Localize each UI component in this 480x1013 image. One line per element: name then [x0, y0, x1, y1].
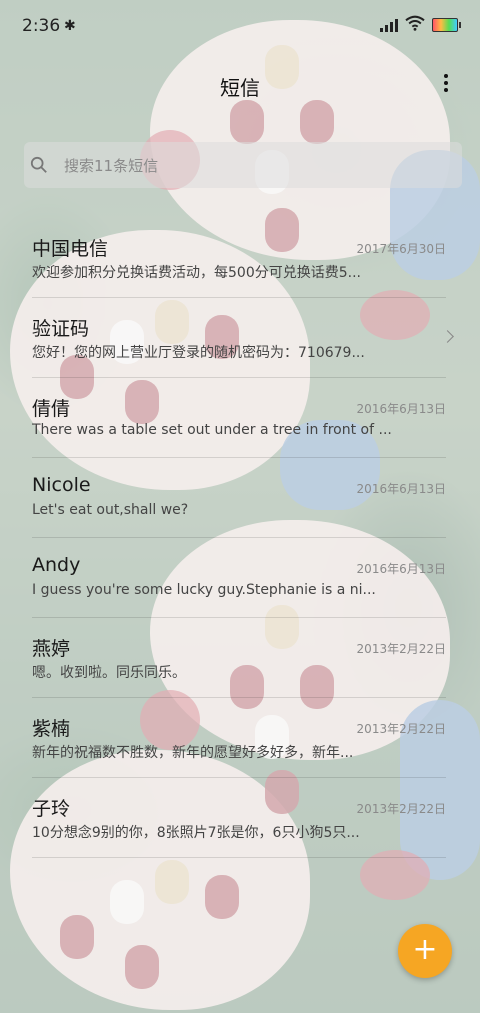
message-preview: There was a table set out under a tree i… — [32, 422, 392, 438]
message-thread-1[interactable]: 验证码 您好！您的网上营业厅登录的随机密码为：710679... — [32, 298, 454, 378]
message-thread-0[interactable]: 中国电信 2017年6月30日 欢迎参加积分兑换话费活动，每500分可兑换话费5… — [32, 218, 446, 298]
status-bar: 2:36 ✱ — [0, 0, 480, 54]
plus-icon: + — [412, 932, 438, 967]
contact-name: 子玲 — [32, 798, 71, 820]
message-date: 2017年6月30日 — [356, 242, 446, 256]
message-date: 2013年2月22日 — [356, 802, 446, 816]
message-preview: 欢迎参加积分兑换话费活动，每500分可兑换话费5... — [32, 265, 361, 281]
title-bar: 短信 — [0, 60, 480, 110]
message-date: 2016年6月13日 — [356, 562, 446, 576]
bluetooth-icon: ✱ — [64, 18, 76, 34]
search-bar[interactable] — [24, 142, 462, 188]
message-preview: I guess you're some lucky guy.Stephanie … — [32, 582, 376, 598]
status-time: 2:36 — [22, 16, 61, 36]
message-date: 2013年2月22日 — [356, 722, 446, 736]
message-preview: 嗯。收到啦。同乐同乐。 — [32, 665, 186, 681]
message-date: 2016年6月13日 — [356, 482, 446, 496]
contact-name: 紫楠 — [32, 718, 71, 740]
message-thread-2[interactable]: 倩倩 2016年6月13日 There was a table set out … — [32, 378, 446, 458]
message-preview: Let's eat out,shall we? — [32, 502, 189, 518]
battery-icon — [432, 18, 461, 32]
message-date: 2016年6月13日 — [356, 402, 446, 416]
contact-name: Nicole — [32, 474, 91, 496]
new-message-button[interactable]: + — [398, 924, 452, 978]
contact-name: 燕婷 — [32, 638, 71, 660]
chevron-right-icon — [441, 330, 454, 343]
message-preview: 10分想念9别的你，8张照片7张是你，6只小狗5只... — [32, 825, 360, 841]
contact-name: 中国电信 — [32, 238, 109, 260]
wifi-icon — [405, 15, 425, 31]
contact-name: 验证码 — [32, 318, 90, 340]
contact-name: Andy — [32, 554, 81, 576]
divider — [32, 857, 446, 858]
message-date: 2013年2月22日 — [356, 642, 446, 656]
message-thread-5[interactable]: 燕婷 2013年2月22日 嗯。收到啦。同乐同乐。 — [32, 618, 446, 698]
message-preview: 新年的祝福数不胜数，新年的愿望好多好多，新年... — [32, 745, 354, 761]
page-title: 短信 — [220, 76, 260, 100]
message-thread-3[interactable]: Nicole 2016年6月13日 Let's eat out,shall we… — [32, 458, 446, 538]
search-icon — [30, 156, 47, 173]
contact-name: 倩倩 — [32, 398, 71, 420]
message-preview: 您好！您的网上营业厅登录的随机密码为：710679... — [32, 345, 365, 361]
search-input[interactable] — [62, 152, 446, 180]
message-thread-7[interactable]: 子玲 2013年2月22日 10分想念9别的你，8张照片7张是你，6只小狗5只.… — [32, 778, 446, 858]
message-thread-4[interactable]: Andy 2016年6月13日 I guess you're some luck… — [32, 538, 446, 618]
message-thread-6[interactable]: 紫楠 2013年2月22日 新年的祝福数不胜数，新年的愿望好多好多，新年... — [32, 698, 446, 778]
message-list: 中国电信 2017年6月30日 欢迎参加积分兑换话费活动，每500分可兑换话费5… — [32, 218, 454, 858]
signal-icon — [380, 18, 400, 32]
more-options-icon[interactable] — [442, 74, 450, 96]
